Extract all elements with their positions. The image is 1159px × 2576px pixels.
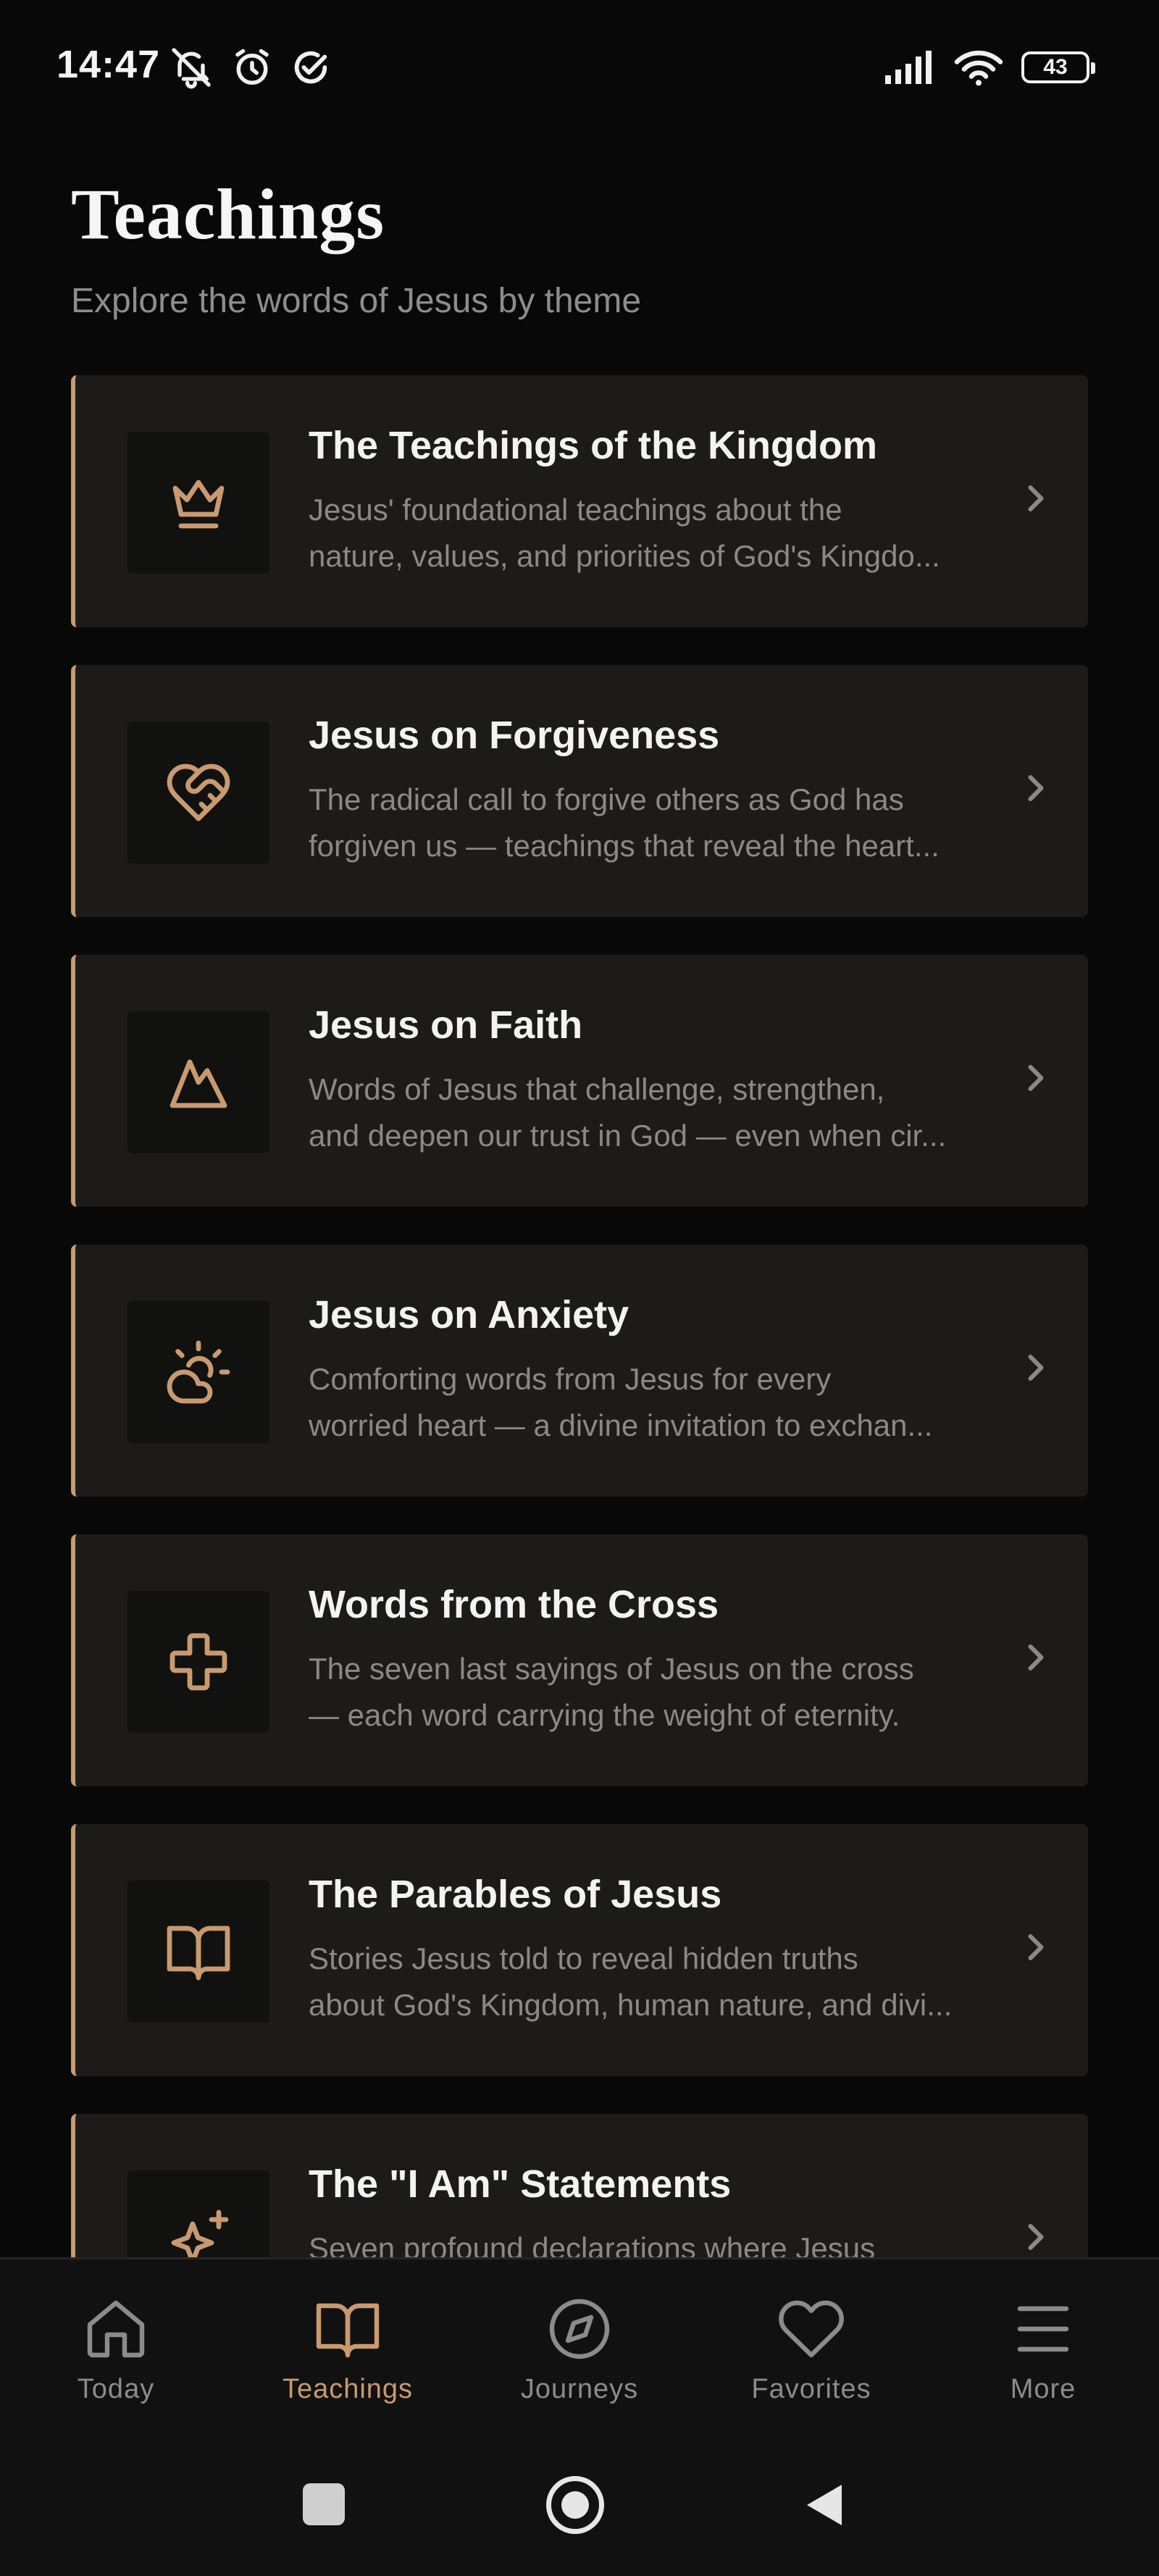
teaching-title: The Teachings of the Kingdom xyxy=(309,424,878,467)
signal-icon xyxy=(885,51,932,84)
system-navigation-bar xyxy=(0,2435,1159,2576)
chevron-right-icon xyxy=(1028,485,1044,511)
teaching-desc-line: worried heart — a divine invitation to e… xyxy=(309,1408,933,1442)
teaching-card[interactable]: The Parables of Jesus Stories Jesus told… xyxy=(71,1824,1088,2076)
chevron-right-icon xyxy=(1028,1065,1044,1091)
mute-icon xyxy=(172,48,211,89)
home-button[interactable] xyxy=(546,2476,604,2534)
teaching-description: Words of Jesus that challenge, strengthe… xyxy=(309,1066,1033,1159)
teaching-icon-box xyxy=(127,432,269,574)
nav-label: Today xyxy=(77,2374,155,2404)
nav-label: More xyxy=(1010,2374,1076,2404)
teaching-description: Stories Jesus told to reveal hidden trut… xyxy=(309,1936,1033,2028)
chevron-right-icon xyxy=(1028,775,1044,801)
nav-today[interactable]: Today xyxy=(0,2259,232,2435)
teaching-desc-line: Words of Jesus that challenge, strengthe… xyxy=(309,1072,885,1106)
status-time: 14:47 xyxy=(57,43,161,86)
alarm-icon xyxy=(235,49,269,85)
teaching-title: The "I Am" Statements xyxy=(309,2162,732,2206)
heart-handshake-icon xyxy=(167,764,230,821)
teaching-desc-line: and deepen our trust in God — even when … xyxy=(309,1118,947,1153)
teaching-desc-line: The seven last sayings of Jesus on the c… xyxy=(309,1652,914,1686)
nav-journeys[interactable]: Journeys xyxy=(464,2259,695,2435)
nav-label: Teachings xyxy=(282,2374,414,2404)
teaching-icon-box xyxy=(127,1301,269,1443)
mountain-icon xyxy=(170,1059,227,1108)
teaching-icon-box xyxy=(127,1011,269,1153)
check-circle-icon xyxy=(294,51,327,84)
battery-icon: 43 xyxy=(1021,51,1095,83)
teaching-title: Words from the Cross xyxy=(309,1583,719,1626)
teaching-card[interactable]: Jesus on Forgiveness The radical call to… xyxy=(71,665,1088,917)
chevron-right-icon xyxy=(1028,2224,1044,2250)
status-left-icons xyxy=(168,42,332,93)
teaching-desc-line: Comforting words from Jesus for every xyxy=(309,1362,832,1396)
teaching-card[interactable]: The "I Am" Statements Seven profound dec… xyxy=(71,2114,1088,2257)
teachings-list: The Teachings of the Kingdom Jesus' foun… xyxy=(71,375,1088,2257)
status-bar: 14:47 43 xyxy=(0,0,1159,130)
page-subtitle: Explore the words of Jesus by theme xyxy=(71,282,642,320)
nav-teachings[interactable]: Teachings xyxy=(232,2259,464,2435)
wifi-icon xyxy=(954,50,1003,86)
teaching-description: The seven last sayings of Jesus on the c… xyxy=(309,1646,1033,1739)
teaching-desc-line: nature, values, and priorities of God's … xyxy=(309,539,940,573)
back-button[interactable] xyxy=(804,2482,845,2528)
teaching-icon-box xyxy=(127,2170,269,2257)
teaching-card[interactable]: Jesus on Anxiety Comforting words from J… xyxy=(71,1245,1088,1497)
menu-icon xyxy=(1017,2306,1069,2352)
cloud-sun-icon xyxy=(167,1340,230,1404)
crown-icon xyxy=(172,480,225,529)
teaching-desc-line: The radical call to forgive others as Go… xyxy=(309,782,904,816)
chevron-right-icon xyxy=(1028,1934,1044,1960)
nav-label: Favorites xyxy=(751,2374,871,2404)
nav-label: Journeys xyxy=(520,2374,639,2404)
teaching-card[interactable]: The Teachings of the Kingdom Jesus' foun… xyxy=(71,375,1088,627)
open-book-icon xyxy=(316,2303,380,2358)
teaching-description: The radical call to forgive others as Go… xyxy=(309,777,1033,869)
nav-more[interactable]: More xyxy=(927,2259,1159,2435)
heart-icon xyxy=(779,2300,844,2358)
teaching-description: Comforting words from Jesus for every wo… xyxy=(309,1356,1033,1449)
teaching-title: Jesus on Anxiety xyxy=(309,1293,629,1337)
teaching-title: The Parables of Jesus xyxy=(309,1873,722,1916)
status-right-icons: 43 xyxy=(884,42,1095,93)
teaching-desc-line: Jesus' foundational teachings about the xyxy=(309,493,842,527)
teaching-desc-line: about God's Kingdom, human nature, and d… xyxy=(309,1988,953,2022)
open-book-icon xyxy=(167,1925,230,1981)
chevron-right-icon xyxy=(1028,1355,1044,1381)
home-button-dot xyxy=(561,2491,589,2519)
chevron-right-icon xyxy=(1028,1644,1044,1670)
teaching-card[interactable]: Jesus on Faith Words of Jesus that chall… xyxy=(71,955,1088,1207)
teaching-card[interactable]: Words from the Cross The seven last sayi… xyxy=(71,1534,1088,1786)
teaching-title: Jesus on Forgiveness xyxy=(309,714,720,757)
nav-favorites[interactable]: Favorites xyxy=(695,2259,927,2435)
teaching-title: Jesus on Faith xyxy=(309,1003,583,1047)
teaching-icon-box xyxy=(127,1881,269,2023)
battery-level: 43 xyxy=(1043,55,1068,79)
home-icon xyxy=(87,2300,145,2358)
teaching-desc-line: — each word carrying the weight of etern… xyxy=(309,1698,900,1732)
teaching-desc-line: forgiven us — teachings that reveal the … xyxy=(309,829,940,863)
teaching-icon-box xyxy=(127,1591,269,1733)
cross-icon xyxy=(170,1633,227,1691)
compass-icon xyxy=(549,2299,610,2359)
bottom-navigation: Today Teachings Journeys Favorites More xyxy=(0,2257,1159,2435)
teaching-desc-line: Stories Jesus told to reveal hidden trut… xyxy=(309,1941,858,1975)
teaching-description: Jesus' foundational teachings about the … xyxy=(309,487,1033,580)
teaching-desc-line: Seven profound declarations where Jesus xyxy=(309,2231,876,2257)
teaching-icon-box xyxy=(127,722,269,863)
recents-button[interactable] xyxy=(303,2483,345,2525)
page-title: Teachings xyxy=(71,174,385,254)
teaching-description: Seven profound declarations where Jesus xyxy=(309,2225,1033,2257)
sparkles-icon xyxy=(171,2209,229,2257)
